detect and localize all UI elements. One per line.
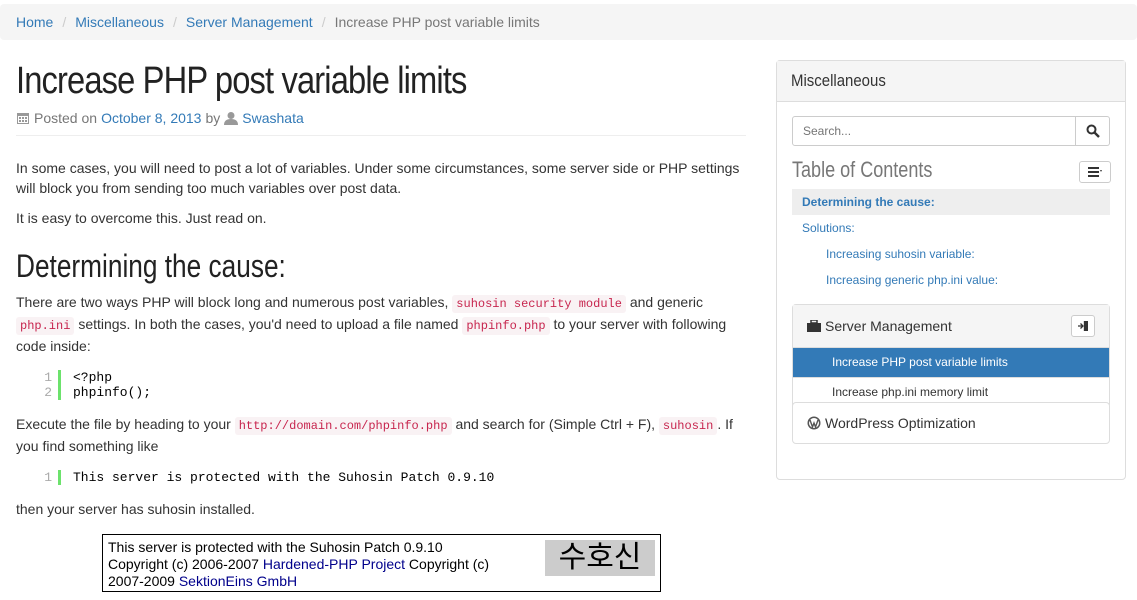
code-line: phpinfo(); — [73, 385, 152, 400]
search-button[interactable] — [1076, 116, 1110, 146]
line-number: 1 — [44, 370, 52, 385]
page-title: Increase PHP post variable limits — [16, 60, 467, 102]
paragraph: Execute the file by heading to your http… — [16, 414, 746, 456]
divider — [16, 135, 746, 136]
hardened-php-link[interactable]: Hardened-PHP Project — [263, 556, 405, 572]
toc-item-solutions[interactable]: Solutions: — [792, 215, 1110, 241]
text: Copyright (c) 2006-2007 — [108, 556, 259, 572]
text: Execute the file by heading to your — [16, 416, 231, 432]
briefcase-icon — [807, 320, 821, 332]
toc-item-phpini[interactable]: Increasing generic php.ini value: — [792, 267, 1110, 293]
panel-title: WordPress Optimization — [825, 415, 976, 431]
author-link[interactable]: Swashata — [242, 110, 303, 126]
search-icon — [1086, 124, 1100, 138]
paragraph: It is easy to overcome this. Just read o… — [16, 210, 267, 226]
post-date-link[interactable]: October 8, 2013 — [101, 110, 201, 126]
toc-item-determining[interactable]: Determining the cause: — [792, 189, 1110, 215]
text: and search for (Simple Ctrl + F), — [455, 416, 655, 432]
line-number: 2 — [44, 385, 52, 400]
post-meta: Posted on October 8, 2013 by Swashata — [16, 110, 746, 126]
article: Increase PHP post variable limits Posted… — [16, 56, 746, 519]
text: and generic — [629, 294, 703, 310]
line-numbers: 1 2 — [32, 370, 61, 400]
breadcrumb-server-management[interactable]: Server Management — [186, 14, 313, 30]
panel-title: Server Management — [825, 318, 952, 334]
server-management-panel: Server Management Increase PHP post vari… — [792, 304, 1110, 408]
list-icon — [1088, 167, 1102, 177]
text: 2007-2009 — [108, 573, 175, 589]
wordpress-optimization-panel[interactable]: WordPress Optimization — [792, 402, 1110, 444]
code-lines: <?php phpinfo(); — [61, 370, 151, 400]
breadcrumb-current: Increase PHP post variable limits — [334, 14, 540, 30]
paragraph: then your server has suhosin installed. — [16, 501, 255, 517]
text: There are two ways PHP will block long a… — [16, 294, 449, 310]
breadcrumb-separator: / — [62, 14, 67, 30]
exit-icon — [1078, 321, 1088, 331]
list-item-current[interactable]: Increase PHP post variable limits — [793, 348, 1109, 378]
panel-heading[interactable]: Server Management — [793, 305, 1109, 348]
toc-title: Table of Contents — [792, 157, 933, 182]
paragraph: In some cases, you will need to post a l… — [16, 160, 740, 196]
suhosin-banner: This server is protected with the Suhosi… — [102, 534, 661, 592]
toc-list: Determining the cause: Solutions: Increa… — [792, 189, 1110, 293]
inline-code: suhosin — [658, 417, 718, 435]
text: Copyright (c) — [408, 556, 490, 572]
collapse-button[interactable] — [1071, 315, 1095, 337]
code-line: This server is protected with the Suhosi… — [73, 470, 495, 485]
text: settings. In both the cases, you'd need … — [78, 316, 459, 332]
breadcrumb-miscellaneous[interactable]: Miscellaneous — [75, 14, 164, 30]
breadcrumb-separator: / — [172, 14, 177, 30]
search-form — [792, 116, 1112, 146]
sidebar-heading-text: Miscellaneous — [791, 71, 886, 90]
posted-on-label: Posted on — [34, 110, 98, 126]
section-heading: Determining the cause: — [16, 248, 286, 284]
code-line: <?php — [73, 370, 113, 385]
paragraph: There are two ways PHP will block long a… — [16, 292, 746, 356]
by-label: by — [205, 110, 221, 126]
inline-code: phpinfo.php — [462, 317, 550, 335]
inline-code: http://domain.com/phpinfo.php — [234, 417, 452, 435]
wordpress-icon — [807, 416, 821, 430]
search-input[interactable] — [792, 116, 1076, 146]
code-lines: This server is protected with the Suhosi… — [61, 470, 494, 485]
breadcrumb-separator: / — [321, 14, 326, 30]
sektioneins-link[interactable]: SektionEins GmbH — [179, 573, 297, 589]
user-icon — [224, 112, 239, 125]
toc-item-suhosin[interactable]: Increasing suhosin variable: — [792, 241, 1110, 267]
breadcrumb: Home / Miscellaneous / Server Management… — [0, 4, 1137, 40]
inline-code: php.ini — [16, 317, 75, 335]
inline-code: suhosin security module — [452, 295, 626, 313]
suhosin-logo: 수호신 — [545, 540, 655, 576]
line-numbers: 1 — [32, 470, 61, 485]
calendar-icon — [17, 113, 29, 124]
code-block: 1 2 <?php phpinfo(); — [32, 370, 746, 400]
code-block: 1 This server is protected with the Suho… — [32, 470, 746, 485]
sidebar-heading: Miscellaneous — [777, 61, 1125, 102]
toc-toggle-button[interactable] — [1079, 161, 1111, 183]
breadcrumb-home[interactable]: Home — [16, 14, 53, 30]
sidebar: Miscellaneous Table of Contents Determin… — [776, 60, 1126, 480]
line-number: 1 — [44, 470, 52, 485]
